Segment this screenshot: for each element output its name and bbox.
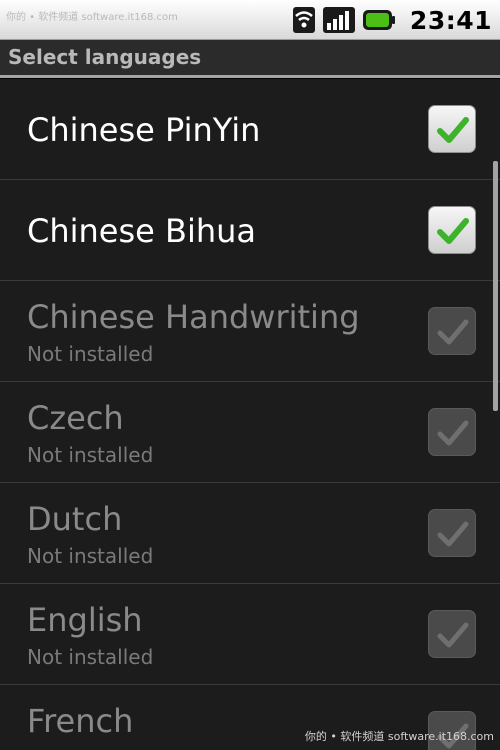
checkbox[interactable] — [428, 105, 476, 153]
language-list[interactable]: Chinese PinYin Chinese Bihua Chinese Han… — [0, 79, 500, 750]
item-label: Chinese Bihua — [27, 212, 257, 250]
checkbox[interactable] — [428, 408, 476, 456]
check-icon — [437, 521, 469, 547]
item-label: Dutch — [27, 500, 123, 538]
status-bar: 你的 • 软件频道 software.it168.com 23:41 — [0, 0, 500, 40]
item-status: Not installed — [27, 544, 154, 568]
battery-icon — [362, 5, 396, 35]
page-title: Select languages — [8, 45, 202, 69]
item-label: French — [27, 702, 134, 740]
list-item[interactable]: Chinese Handwriting Not installed — [0, 281, 500, 382]
check-icon — [437, 218, 469, 244]
item-label: Chinese PinYin — [27, 111, 261, 149]
check-icon — [437, 420, 469, 446]
scrollbar[interactable] — [493, 161, 498, 411]
watermark-bottom: 你的 • 软件频道 software.it168.com — [304, 730, 494, 743]
wifi-icon — [292, 5, 316, 35]
check-icon — [437, 622, 469, 648]
checkbox[interactable] — [428, 509, 476, 557]
checkbox[interactable] — [428, 206, 476, 254]
watermark-top: 你的 • 软件频道 software.it168.com — [6, 12, 178, 23]
list-item[interactable]: Chinese PinYin — [0, 79, 500, 180]
item-status: Not installed — [27, 645, 154, 669]
item-label: English — [27, 601, 143, 639]
dialog-title-bar: Select languages — [0, 40, 500, 78]
list-item[interactable]: English Not installed — [0, 584, 500, 685]
list-item[interactable]: Chinese Bihua — [0, 180, 500, 281]
checkbox[interactable] — [428, 610, 476, 658]
item-status: Not installed — [27, 443, 154, 467]
item-label: Czech — [27, 399, 124, 437]
check-icon — [437, 319, 469, 345]
signal-icon — [322, 5, 356, 35]
list-item[interactable]: Czech Not installed — [0, 382, 500, 483]
item-label: Chinese Handwriting — [27, 298, 360, 336]
item-status: Not installed — [27, 342, 154, 366]
status-icons: 23:41 — [292, 4, 492, 36]
clock: 23:41 — [409, 5, 492, 35]
list-item[interactable]: Dutch Not installed — [0, 483, 500, 584]
check-icon — [437, 117, 469, 143]
checkbox[interactable] — [428, 307, 476, 355]
